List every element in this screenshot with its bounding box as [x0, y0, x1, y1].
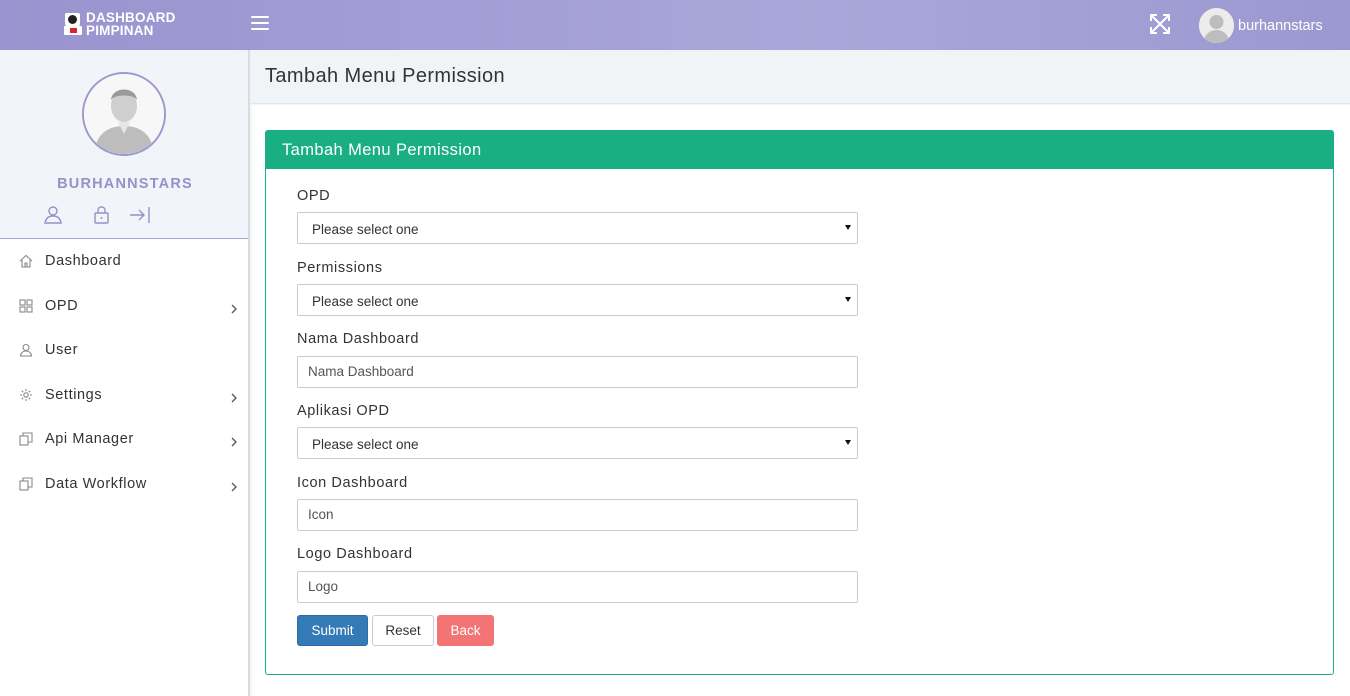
app-logo[interactable]: DASHBOARD PIMPINAN: [62, 11, 176, 37]
sidebar-item-label: Api Manager: [45, 431, 134, 448]
aplikasi-opd-select[interactable]: Please select one: [297, 427, 858, 459]
sidebar-item-opd[interactable]: OPD: [0, 284, 248, 329]
sidebar-menu: Dashboard OPD User Settings Api Manager …: [0, 239, 248, 506]
top-navbar: DASHBOARD PIMPINAN burhannstars: [0, 0, 1350, 50]
icon-dashboard-input[interactable]: [308, 507, 838, 522]
permissions-label: Permissions: [297, 260, 383, 276]
icon-dashboard-label: Icon Dashboard: [297, 475, 408, 491]
user-icon: [19, 343, 33, 357]
sidebar-item-settings[interactable]: Settings: [0, 373, 248, 418]
permissions-select[interactable]: Please select one: [297, 284, 858, 316]
sidebar-item-label: OPD: [45, 297, 79, 314]
form-panel: Tambah Menu Permission OPD Please select…: [265, 130, 1334, 675]
sidebar-item-dashboard[interactable]: Dashboard: [0, 239, 248, 284]
submit-button[interactable]: Submit: [297, 615, 368, 646]
caret-down-icon: [845, 225, 851, 230]
logo-dashboard-label: Logo Dashboard: [297, 546, 413, 562]
chevron-right-icon: [229, 479, 239, 492]
profile-avatar: [82, 72, 166, 156]
caret-down-icon: [845, 440, 851, 445]
panel-title: Tambah Menu Permission: [266, 131, 1333, 169]
copy-icon: [19, 432, 33, 446]
aplikasi-opd-label: Aplikasi OPD: [297, 403, 390, 419]
grid-icon: [19, 299, 33, 313]
chevron-right-icon: [229, 301, 239, 314]
avatar: [1199, 8, 1234, 43]
chevron-right-icon: [229, 434, 239, 447]
reset-button[interactable]: Reset: [372, 615, 434, 646]
sidebar-item-label: Settings: [45, 386, 103, 403]
profile-logout-icon[interactable]: [129, 204, 151, 226]
profile-name: BURHANNSTARS: [57, 176, 193, 192]
fullscreen-icon[interactable]: [1149, 13, 1171, 35]
opd-select-value: Please select one: [312, 222, 419, 237]
sidebar-item-label: User: [45, 342, 79, 359]
icon-dashboard-field[interactable]: [297, 499, 858, 531]
sidebar-item-label: Data Workflow: [45, 475, 147, 492]
sidebar-toggle-hamburger-icon[interactable]: [251, 16, 269, 30]
sidebar-item-label: Dashboard: [45, 253, 122, 270]
home-icon: [19, 254, 33, 268]
logo-dashboard-input[interactable]: [308, 579, 838, 594]
logo-line-2: PIMPINAN: [86, 23, 154, 38]
page-header: Tambah Menu Permission: [250, 50, 1350, 104]
opd-label: OPD: [297, 188, 331, 204]
logo-mark-icon: [62, 12, 84, 36]
sidebar-item-api-manager[interactable]: Api Manager: [0, 417, 248, 462]
sidebar-item-data-workflow[interactable]: Data Workflow: [0, 462, 248, 507]
copy-icon: [19, 477, 33, 491]
logo-dashboard-field[interactable]: [297, 571, 858, 603]
sidebar-item-user[interactable]: User: [0, 328, 248, 373]
profile-user-icon[interactable]: [42, 204, 64, 226]
nama-dashboard-label: Nama Dashboard: [297, 331, 420, 347]
caret-down-icon: [845, 297, 851, 302]
permissions-select-value: Please select one: [312, 294, 419, 309]
user-menu[interactable]: burhannstars: [1199, 8, 1323, 43]
aplikasi-opd-select-value: Please select one: [312, 437, 419, 452]
opd-select[interactable]: Please select one: [297, 212, 858, 244]
page-title: Tambah Menu Permission: [265, 65, 506, 87]
sidebar-profile: BURHANNSTARS: [0, 50, 248, 239]
profile-lock-icon[interactable]: [91, 204, 113, 226]
sidebar: BURHANNSTARS Dashboard OPD User Settings…: [0, 50, 250, 696]
nama-dashboard-input[interactable]: [308, 364, 838, 379]
chevron-right-icon: [229, 390, 239, 403]
gear-icon: [19, 388, 33, 402]
nama-dashboard-field[interactable]: [297, 356, 858, 388]
top-username: burhannstars: [1238, 17, 1323, 34]
back-button[interactable]: Back: [437, 615, 494, 646]
